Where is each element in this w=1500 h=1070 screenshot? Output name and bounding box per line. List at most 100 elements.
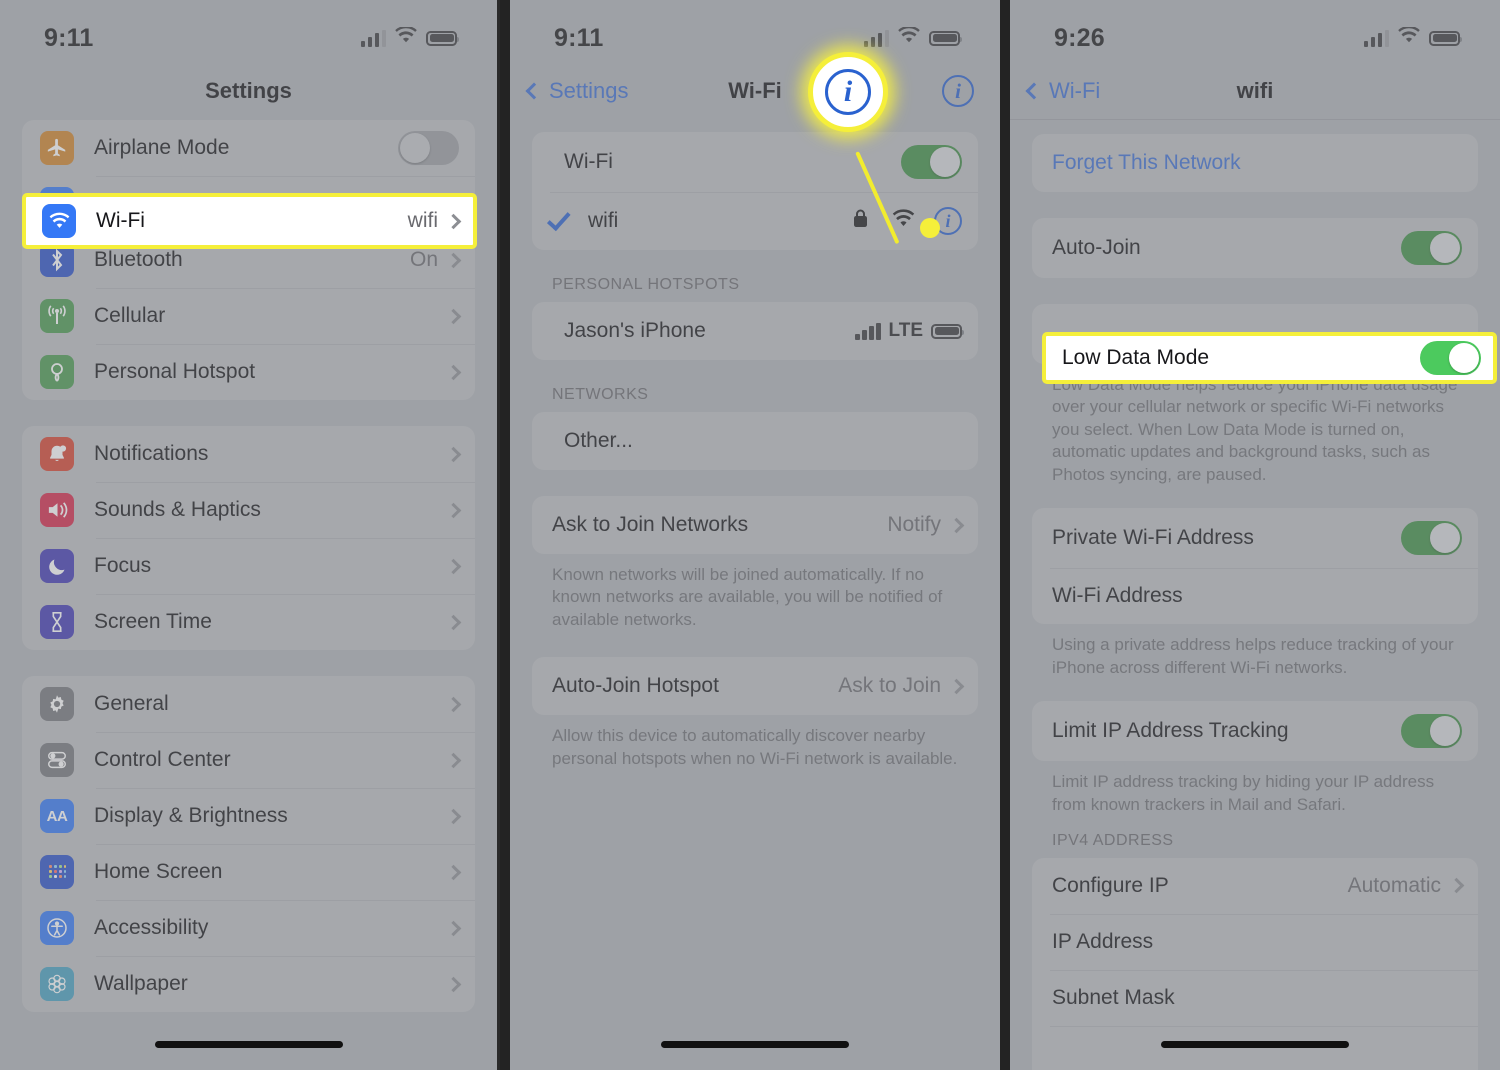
chevron-right-icon: [445, 558, 462, 574]
home-indicator: [661, 1041, 849, 1048]
back-button-wifi[interactable]: Wi-Fi: [1025, 78, 1100, 104]
sidebar-item-label: Control Center: [94, 748, 231, 771]
current-network-row[interactable]: wifi i: [532, 192, 978, 250]
subnet-mask-row[interactable]: Subnet Mask: [1032, 969, 1478, 1026]
sidebar-item-home-screen[interactable]: Home Screen: [22, 844, 475, 900]
status-bar-2: 9:11: [510, 0, 1000, 62]
wifi-group: Wi-Fi wifi i: [532, 132, 978, 250]
private-wifi-address-row[interactable]: Private Wi-Fi Address: [1032, 508, 1478, 568]
limit-ip-tracking-label: Limit IP Address Tracking: [1052, 719, 1289, 743]
chevron-right-icon: [445, 696, 462, 712]
home-screen-icon: [40, 855, 74, 889]
auto-join-hotspot-row[interactable]: Auto-Join Hotspot Ask to Join: [532, 657, 978, 715]
back-button-settings[interactable]: Settings: [525, 78, 629, 104]
chevron-right-icon: [445, 752, 462, 768]
settings-group-connectivity: Airplane Mode Wi-Fi wifi Bluetooth: [22, 120, 475, 400]
network-info-icon[interactable]: i: [934, 207, 962, 235]
network-detail-list: Forget This Network Auto-Join Low Data M…: [1010, 134, 1500, 1070]
auto-join-label: Auto-Join: [1052, 236, 1141, 259]
networks-group: Other...: [532, 412, 978, 470]
low-data-mode-toggle[interactable]: [1420, 341, 1481, 375]
panel-settings: 9:11 Settings Airplane Mode Bluetooth On…: [0, 0, 500, 1070]
limit-ip-tracking-toggle[interactable]: [1401, 714, 1462, 749]
battery-icon: [1429, 30, 1462, 46]
settings-group-alerts: Notifications Sounds & Haptics Focus Scr…: [22, 426, 475, 650]
auto-join-row[interactable]: Auto-Join: [1032, 218, 1478, 278]
sidebar-item-control-center[interactable]: Control Center: [22, 732, 475, 788]
panel-network-details: 9:26 Wi-Fi wifi Forget This Network Auto…: [1000, 0, 1500, 1070]
network-other-row[interactable]: Other...: [532, 412, 978, 470]
lock-icon: [852, 208, 869, 234]
sidebar-item-label: General: [94, 692, 169, 715]
hotspot-battery-icon: [931, 323, 964, 339]
sidebar-item-sounds-haptics[interactable]: Sounds & Haptics: [22, 482, 475, 538]
chevron-right-icon: [1448, 878, 1465, 894]
status-clock: 9:11: [554, 23, 604, 52]
sidebar-item-wallpaper[interactable]: Wallpaper: [22, 956, 475, 1012]
hotspot-status: LTE: [855, 320, 964, 342]
chevron-right-icon: [445, 364, 462, 380]
hotspot-signal-icon: [855, 322, 881, 340]
cellular-signal-icon: [863, 29, 889, 47]
private-wifi-address-label: Private Wi-Fi Address: [1052, 526, 1254, 550]
ask-to-join-group: Ask to Join Networks Notify: [532, 496, 978, 554]
settings-group-system: General Control Center AA Display & Brig…: [22, 676, 475, 1012]
sidebar-item-airplane-mode[interactable]: Airplane Mode: [22, 120, 475, 176]
network-other-label: Other...: [564, 429, 633, 452]
sidebar-item-label: Notifications: [94, 442, 209, 465]
wifi-status-icon: [395, 25, 417, 49]
ipv4-group: Configure IP Automatic IP Address Subnet…: [1032, 857, 1478, 1070]
highlight-wifi-row[interactable]: Wi-Fi wifi: [22, 193, 477, 249]
sidebar-item-label: Wallpaper: [94, 972, 188, 995]
sidebar-item-notifications[interactable]: Notifications: [22, 426, 475, 482]
sidebar-item-label: Display & Brightness: [94, 804, 288, 827]
home-indicator: [1161, 1041, 1349, 1048]
wifi-icon: [42, 204, 76, 238]
highlight-low-data-mode-row[interactable]: Low Data Mode: [1042, 332, 1497, 384]
info-circle-icon[interactable]: i: [942, 75, 974, 107]
sidebar-item-label: Bluetooth: [94, 248, 183, 271]
wifi-toggle-row[interactable]: Wi-Fi: [532, 132, 978, 192]
three-panel-screenshot: 9:11 Settings Airplane Mode Bluetooth On…: [0, 0, 1500, 1070]
settings-list: Airplane Mode Wi-Fi wifi Bluetooth: [0, 120, 497, 1012]
status-bar-3: 9:26: [1010, 0, 1500, 62]
ip-address-label: IP Address: [1052, 929, 1154, 953]
chevron-right-icon: [445, 976, 462, 992]
private-address-group: Private Wi-Fi Address Wi-Fi Address: [1032, 508, 1478, 625]
hotspot-signal-label: LTE: [888, 320, 923, 341]
wifi-status-icon: [1398, 25, 1420, 49]
auto-join-toggle[interactable]: [1401, 231, 1462, 265]
ask-to-join-row[interactable]: Ask to Join Networks Notify: [532, 496, 978, 554]
checkmark-icon: [546, 206, 571, 232]
speaker-icon: [40, 493, 74, 527]
sidebar-item-label: Sounds & Haptics: [94, 498, 261, 521]
wifi-toggle[interactable]: [901, 145, 962, 179]
sidebar-item-label: Home Screen: [94, 860, 223, 883]
wifi-address-row[interactable]: Wi-Fi Address: [1032, 568, 1478, 624]
sidebar-item-display-brightness[interactable]: AA Display & Brightness: [22, 788, 475, 844]
sidebar-item-personal-hotspot[interactable]: Personal Hotspot: [22, 344, 475, 400]
sidebar-item-cellular[interactable]: Cellular: [22, 288, 475, 344]
page-title: Settings: [205, 78, 292, 103]
configure-ip-row[interactable]: Configure IP Automatic: [1032, 858, 1478, 914]
wifi-toggle-label: Wi-Fi: [564, 150, 613, 173]
ask-to-join-label: Ask to Join Networks: [552, 513, 749, 536]
auto-join-hotspot-value: Ask to Join: [838, 674, 941, 698]
configure-ip-label: Configure IP: [1052, 873, 1169, 897]
sidebar-item-screen-time[interactable]: Screen Time: [22, 594, 475, 650]
hotspot-name: Jason's iPhone: [564, 319, 706, 342]
private-wifi-address-toggle[interactable]: [1401, 521, 1462, 556]
sidebar-item-focus[interactable]: Focus: [22, 538, 475, 594]
ip-address-row[interactable]: IP Address: [1032, 913, 1478, 970]
wifi-status-icon: [898, 25, 920, 49]
hotspot-row[interactable]: Jason's iPhone LTE: [532, 302, 978, 360]
forget-network-row[interactable]: Forget This Network: [1032, 134, 1478, 192]
configure-ip-value: Automatic: [1347, 873, 1441, 897]
chevron-right-icon: [948, 678, 965, 695]
chevron-left-icon: [525, 82, 543, 100]
sidebar-item-accessibility[interactable]: Accessibility: [22, 900, 475, 956]
airplane-mode-toggle[interactable]: [398, 131, 459, 165]
limit-ip-tracking-row[interactable]: Limit IP Address Tracking: [1032, 701, 1478, 761]
sidebar-item-general[interactable]: General: [22, 676, 475, 732]
cellular-signal-icon: [360, 29, 386, 47]
